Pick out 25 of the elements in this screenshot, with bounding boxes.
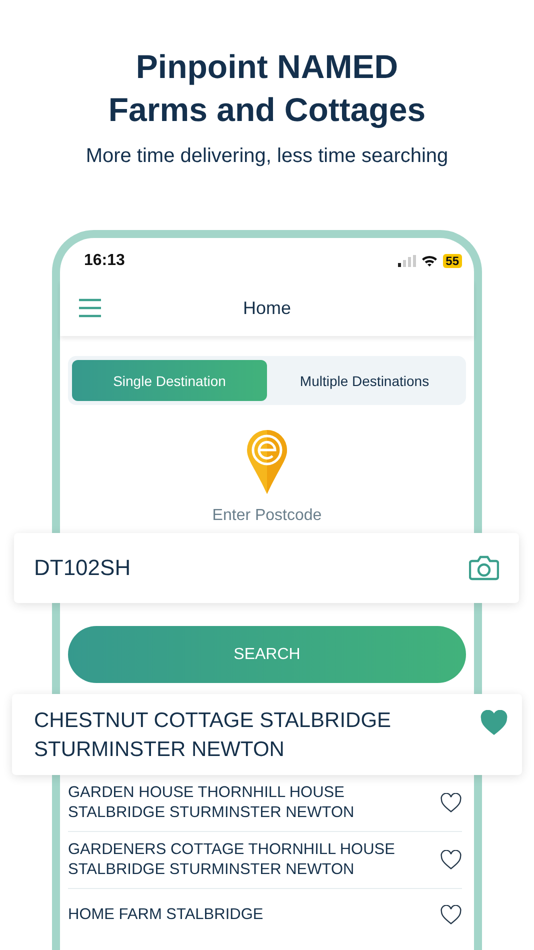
- address-text: HOME FARM STALBRIDGE: [68, 905, 264, 925]
- address-text: CHESTNUT COTTAGE STALBRIDGE STURMINSTER NEWTON: [34, 708, 392, 762]
- location-pin-icon: [246, 429, 288, 495]
- heart-icon[interactable]: [440, 905, 462, 925]
- address-text: GARDENERS COTTAGE THORNHILL HOUSE STALBRIDGE STURMINSTER NEWTON: [68, 840, 396, 880]
- result-row[interactable]: HOME FARM STALBRIDGE: [68, 889, 462, 937]
- menu-icon[interactable]: [78, 298, 102, 318]
- subtitle: More time delivering, less time searching: [84, 145, 450, 168]
- heart-icon[interactable]: [440, 793, 462, 813]
- postcode-label: Enter Postcode: [211, 507, 323, 525]
- result-row[interactable]: GARDENERS COTTAGE THORNHILL HOUSE STALBRIDGE STURMINSTER NEWTON: [68, 832, 462, 889]
- postcode-field[interactable]: DT102SH: [34, 555, 469, 581]
- battery-level: 55: [442, 254, 462, 268]
- result-row[interactable]: GARDEN HOUSE THORNHILL HOUSE STALBRIDGE STURMINSTER NEWTON: [68, 775, 462, 832]
- headline: Pinpoint NAMED: [134, 47, 400, 87]
- signal-icon: [398, 255, 416, 267]
- result-row[interactable]: CHESTNUT COTTAGE STALBRIDGE STURMINSTER NEWTON: [12, 694, 522, 775]
- heart-icon[interactable]: [440, 850, 462, 870]
- destination-tab[interactable]: Multiple Destinations: [267, 360, 462, 401]
- headline: Farms and Cottages: [107, 90, 427, 130]
- wifi-icon: [420, 255, 438, 267]
- address-text: GARDEN HOUSE THORNHILL HOUSE STALBRIDGE STURMINSTER NEWTON: [68, 783, 356, 823]
- screen-title: Home: [242, 298, 291, 318]
- camera-icon[interactable]: [469, 555, 499, 581]
- status-time: 16:13: [84, 252, 125, 270]
